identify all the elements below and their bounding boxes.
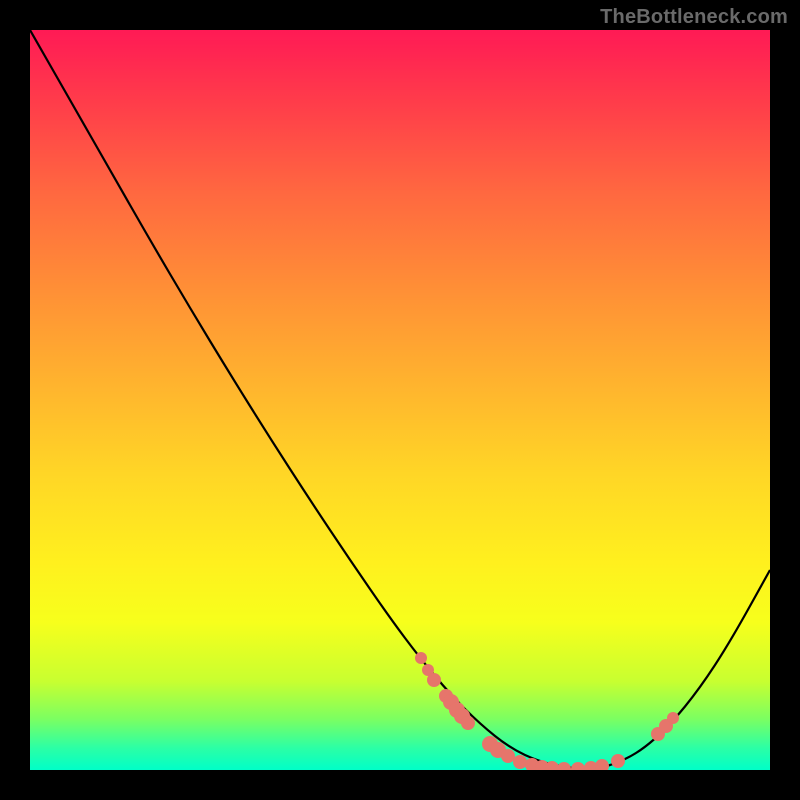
chart-frame: TheBottleneck.com [0,0,800,800]
data-dot [513,755,527,769]
curve-svg [30,30,770,770]
watermark-text: TheBottleneck.com [600,6,788,29]
data-dot [461,716,475,730]
data-dot [595,759,609,770]
data-dot [667,712,679,724]
data-dot [427,673,441,687]
data-dot [611,754,625,768]
gradient-plot-area [30,30,770,770]
bottleneck-curve [30,30,770,769]
data-dot [557,762,571,770]
data-dots-group [415,652,679,770]
data-dot [501,749,515,763]
data-dot [415,652,427,664]
data-dot [571,762,585,770]
